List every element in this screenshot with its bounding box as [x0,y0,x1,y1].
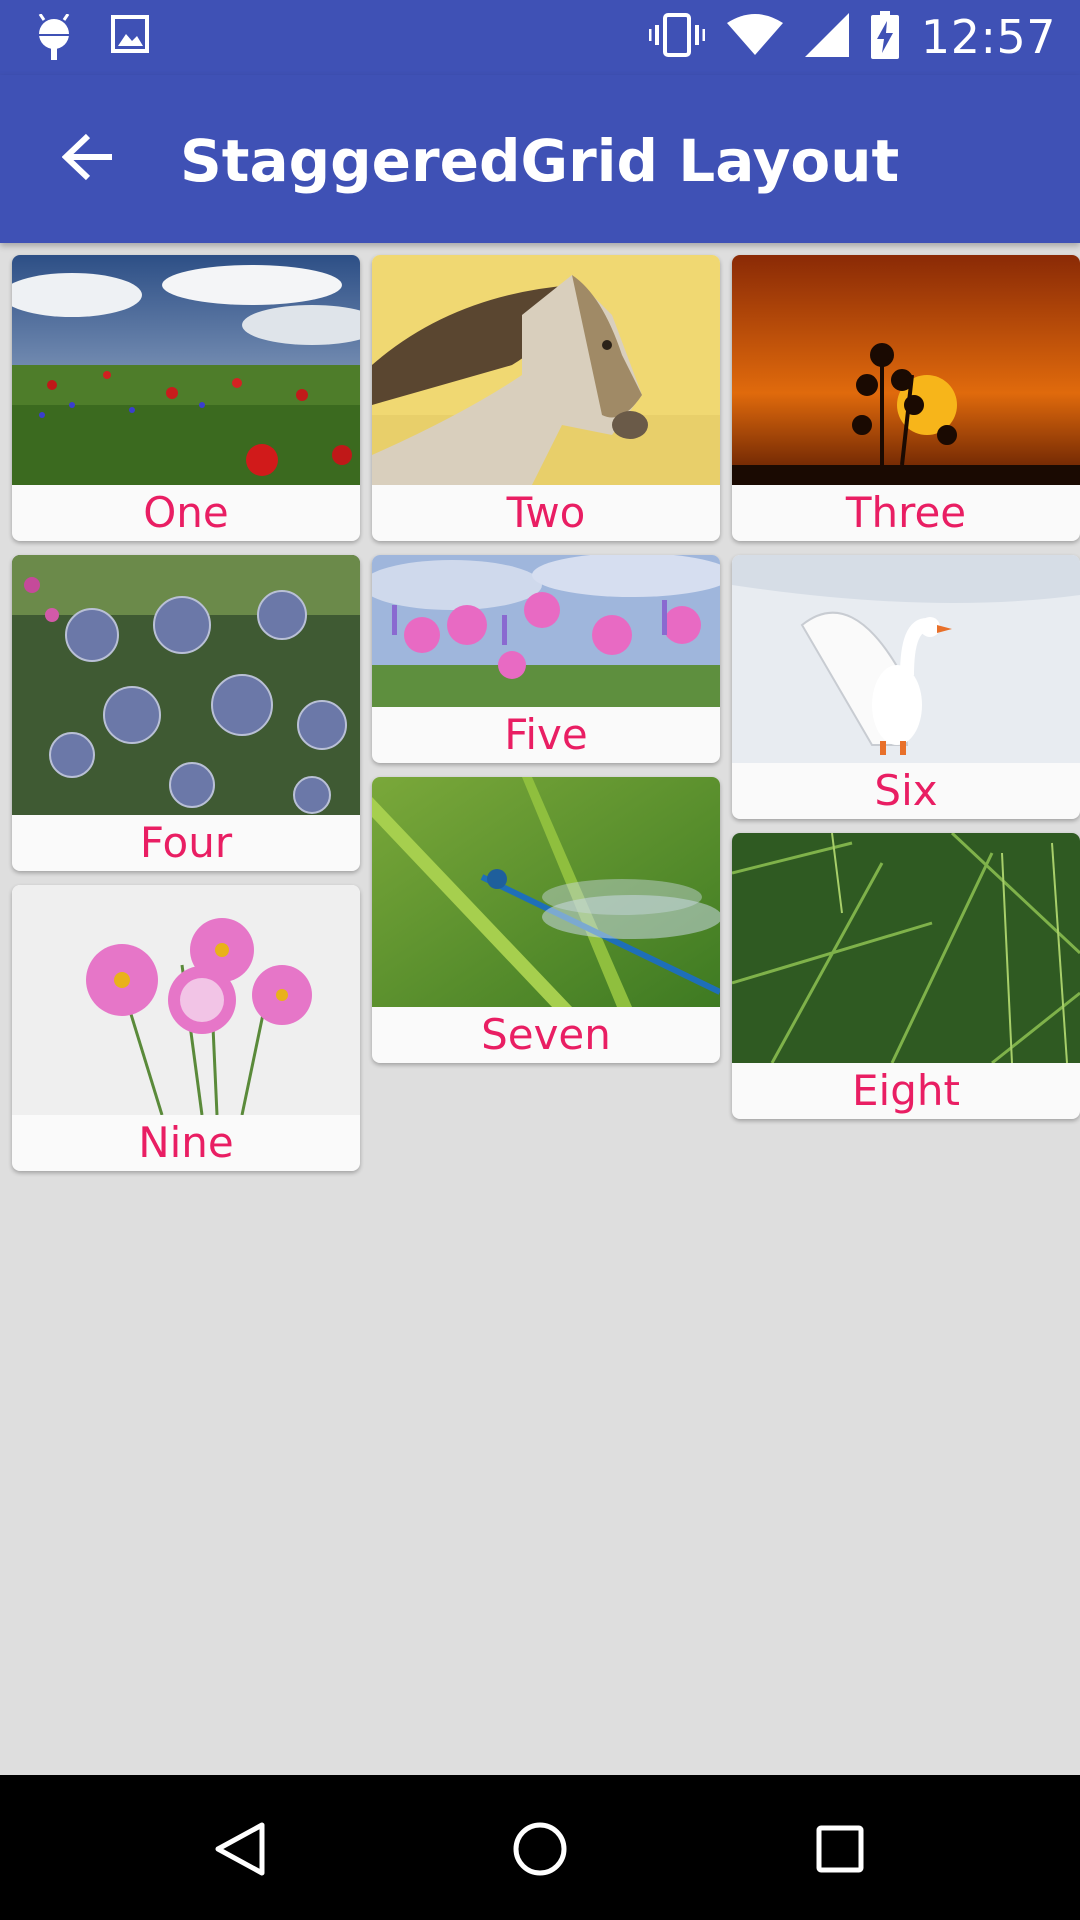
card-label: Seven [481,1010,611,1059]
arrow-back-icon [61,133,114,185]
back-button[interactable] [48,119,128,199]
pink-cosmos-flowers-image [12,885,360,1115]
larch-branches-image [732,833,1080,1063]
grid-card-one[interactable]: One [12,255,360,541]
home-circle-icon [510,1819,570,1883]
card-label: Three [845,488,967,537]
system-nav-bar [0,1775,1080,1920]
blue-damselfly-image [372,777,720,1007]
card-label: Nine [138,1118,234,1167]
card-label: Eight [852,1066,960,1115]
card-label: Four [139,818,233,867]
grid-card-five[interactable]: Five [372,555,720,763]
android-debug-icon [36,13,72,66]
page-title: StaggeredGrid Layout [180,127,900,195]
back-triangle-icon [210,1819,270,1883]
grid-card-six[interactable]: Six [732,555,1080,819]
nav-back-button[interactable] [200,1811,280,1891]
battery-charging-icon [870,11,899,63]
card-label: Two [506,488,586,537]
pink-cosmos-field-image [372,555,720,707]
nav-recents-button[interactable] [800,1811,880,1891]
sunset-silhouette-image [732,255,1080,485]
image-notification-icon [110,14,150,66]
grid-card-four[interactable]: Four [12,555,360,871]
grid-card-seven[interactable]: Seven [372,777,720,1063]
blue-thistles-image [12,555,360,815]
grid-card-eight[interactable]: Eight [732,833,1080,1119]
card-label: Six [874,766,938,815]
recents-square-icon [810,1819,870,1883]
white-swan-on-snow-image [732,555,1080,763]
horse-image [372,255,720,485]
status-time: 12:57 [920,10,1056,64]
status-bar: 12:57 [0,0,1080,75]
card-label: One [143,488,229,537]
grid-card-three[interactable]: Three [732,255,1080,541]
vibrate-icon [648,11,706,63]
nav-home-button[interactable] [500,1811,580,1891]
staggered-grid[interactable]: One Four Nine Two Five Seven Three Six E… [0,243,1080,1775]
poppy-meadow-image [12,255,360,485]
grid-card-nine[interactable]: Nine [12,885,360,1171]
signal-icon [804,13,849,61]
grid-card-two[interactable]: Two [372,255,720,541]
card-label: Five [504,710,588,759]
wifi-icon [726,13,783,61]
app-toolbar: StaggeredGrid Layout [0,75,1080,243]
